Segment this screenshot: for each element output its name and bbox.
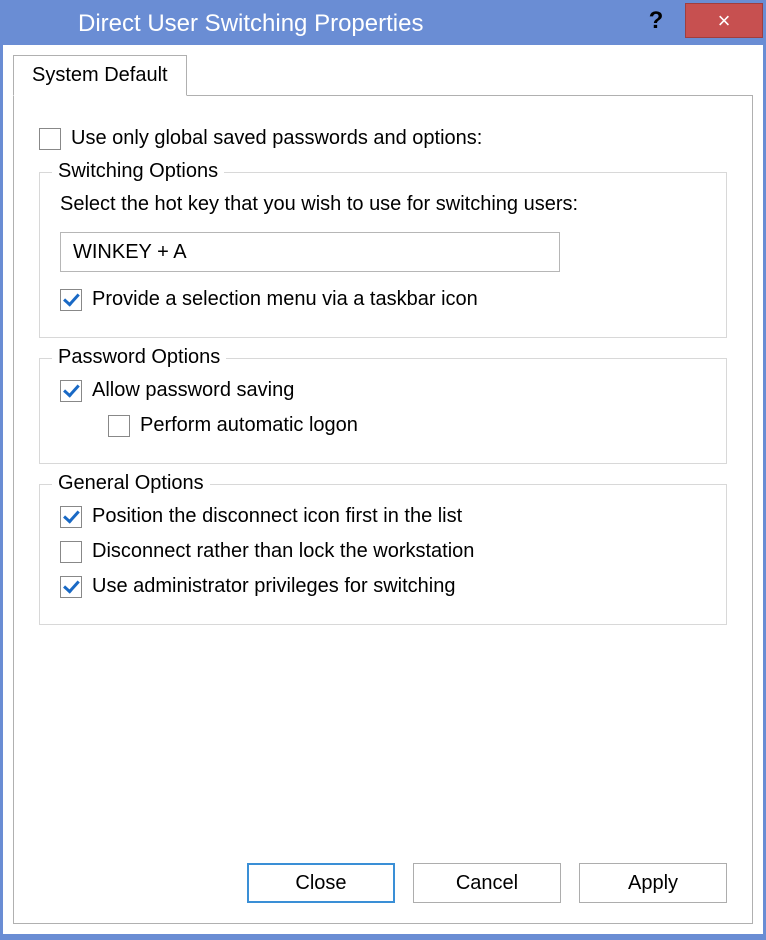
help-button[interactable]: ?: [627, 3, 685, 38]
switching-options-legend: Switching Options: [52, 160, 224, 183]
tab-system-default[interactable]: System Default: [13, 55, 187, 96]
position-disconnect-label[interactable]: Position the disconnect icon first in th…: [92, 505, 462, 528]
auto-logon-label[interactable]: Perform automatic logon: [140, 414, 358, 437]
position-disconnect-checkbox[interactable]: [60, 506, 82, 528]
admin-privileges-label[interactable]: Use administrator privileges for switchi…: [92, 575, 455, 598]
auto-logon-checkbox[interactable]: [108, 415, 130, 437]
allow-password-checkbox[interactable]: [60, 380, 82, 402]
switching-options-group: Switching Options Select the hot key tha…: [39, 172, 727, 338]
help-icon: ?: [649, 7, 664, 35]
admin-privileges-checkbox[interactable]: [60, 576, 82, 598]
window-title: Direct User Switching Properties: [78, 3, 423, 45]
cancel-button[interactable]: Cancel: [413, 863, 561, 903]
window-frame: Direct User Switching Properties ? × Sys…: [0, 0, 766, 940]
position-disconnect-option[interactable]: Position the disconnect icon first in th…: [60, 505, 706, 528]
tab-panel: Use only global saved passwords and opti…: [13, 95, 753, 924]
password-options-legend: Password Options: [52, 346, 226, 369]
close-button[interactable]: Close: [247, 863, 395, 903]
allow-password-label[interactable]: Allow password saving: [92, 379, 294, 402]
admin-privileges-option[interactable]: Use administrator privileges for switchi…: [60, 575, 706, 598]
taskbar-icon-label[interactable]: Provide a selection menu via a taskbar i…: [92, 288, 478, 311]
hotkey-input[interactable]: [60, 232, 560, 272]
auto-logon-option[interactable]: Perform automatic logon: [108, 414, 706, 437]
allow-password-option[interactable]: Allow password saving: [60, 379, 706, 402]
disconnect-lock-checkbox[interactable]: [60, 541, 82, 563]
password-options-group: Password Options Allow password saving P…: [39, 358, 727, 464]
taskbar-icon-checkbox[interactable]: [60, 289, 82, 311]
general-options-legend: General Options: [52, 472, 210, 495]
hotkey-instruction: Select the hot key that you wish to use …: [60, 193, 706, 216]
close-icon: ×: [718, 8, 731, 34]
apply-button[interactable]: Apply: [579, 863, 727, 903]
tab-header: System Default: [13, 55, 753, 95]
client-area: System Default Use only global saved pas…: [3, 45, 763, 934]
close-window-button[interactable]: ×: [685, 3, 763, 38]
disconnect-lock-option[interactable]: Disconnect rather than lock the workstat…: [60, 540, 706, 563]
disconnect-lock-label[interactable]: Disconnect rather than lock the workstat…: [92, 540, 474, 563]
global-passwords-option[interactable]: Use only global saved passwords and opti…: [39, 127, 727, 150]
button-bar: Close Cancel Apply: [39, 849, 727, 903]
global-passwords-checkbox[interactable]: [39, 128, 61, 150]
titlebar-buttons: ? ×: [627, 3, 763, 41]
global-passwords-label[interactable]: Use only global saved passwords and opti…: [71, 127, 482, 150]
taskbar-icon-option[interactable]: Provide a selection menu via a taskbar i…: [60, 288, 706, 311]
general-options-group: General Options Position the disconnect …: [39, 484, 727, 625]
tab-container: System Default Use only global saved pas…: [13, 55, 753, 924]
titlebar[interactable]: Direct User Switching Properties ? ×: [3, 3, 763, 45]
tab-label: System Default: [32, 64, 168, 86]
